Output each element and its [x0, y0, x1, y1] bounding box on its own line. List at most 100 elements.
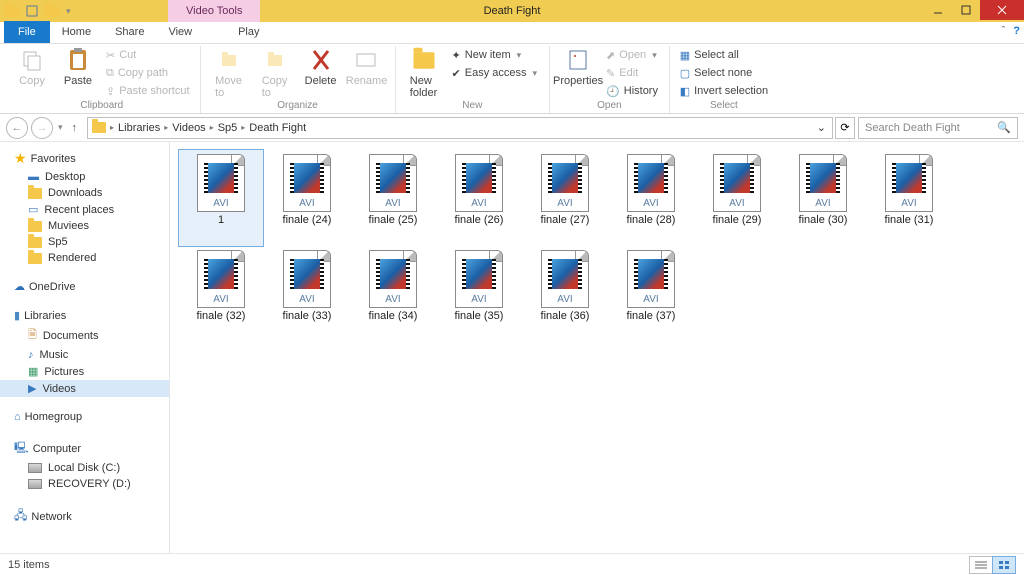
- qat-newfolder-icon[interactable]: [44, 3, 60, 19]
- nav-item[interactable]: RECOVERY (D:): [0, 476, 169, 492]
- rename-button[interactable]: Rename: [345, 46, 389, 99]
- tab-home[interactable]: Home: [50, 21, 103, 43]
- edit-button[interactable]: ✎Edit: [602, 64, 663, 82]
- file-item[interactable]: AVI finale (37): [609, 246, 693, 342]
- nav-libraries[interactable]: ▮Libraries: [0, 307, 169, 324]
- minimize-button[interactable]: [924, 0, 952, 20]
- forward-button[interactable]: →: [31, 117, 53, 139]
- video-thumbnail: AVI: [541, 250, 589, 308]
- file-name: finale (30): [799, 214, 848, 226]
- file-item[interactable]: AVI finale (31): [867, 150, 951, 246]
- help-icon[interactable]: ?: [1013, 25, 1020, 37]
- video-thumbnail: AVI: [799, 154, 847, 212]
- breadcrumb-segment: Videos: [172, 122, 205, 134]
- cut-button[interactable]: ✂Cut: [102, 46, 194, 64]
- nav-item[interactable]: Rendered: [0, 250, 169, 266]
- copypath-icon: ⧉: [106, 67, 114, 80]
- moveto-button[interactable]: Move to: [207, 46, 251, 99]
- breadcrumb[interactable]: ▸ Libraries▸ Videos▸ Sp5▸ Death Fight ⌄: [87, 117, 833, 139]
- nav-computer[interactable]: 🖳Computer: [0, 437, 169, 460]
- nav-network[interactable]: 🖧Network: [0, 504, 169, 529]
- history-button[interactable]: 🕘History: [602, 82, 663, 100]
- refresh-button[interactable]: ⟳: [835, 117, 855, 139]
- nav-onedrive[interactable]: ☁OneDrive: [0, 278, 169, 295]
- file-item[interactable]: AVI finale (28): [609, 150, 693, 246]
- view-icons-button[interactable]: [992, 556, 1016, 574]
- up-button[interactable]: ↑: [68, 122, 82, 134]
- newfolder-button[interactable]: New folder: [402, 46, 446, 99]
- libraries-icon: ▮: [14, 309, 20, 322]
- video-thumbnail: AVI: [369, 154, 417, 212]
- file-item[interactable]: AVI finale (27): [523, 150, 607, 246]
- file-item[interactable]: AVI finale (24): [265, 150, 349, 246]
- properties-button[interactable]: Properties: [556, 46, 600, 100]
- file-item[interactable]: AVI finale (34): [351, 246, 435, 342]
- nav-item[interactable]: ♪Music: [0, 347, 169, 363]
- file-item[interactable]: AVI 1: [179, 150, 263, 246]
- selectnone-button[interactable]: ▢Select none: [676, 64, 772, 82]
- tab-view[interactable]: View: [156, 21, 204, 43]
- nav-item[interactable]: ▬Desktop: [0, 169, 169, 185]
- tab-play[interactable]: Play: [226, 21, 271, 43]
- file-item[interactable]: AVI finale (25): [351, 150, 435, 246]
- file-item[interactable]: AVI finale (32): [179, 246, 263, 342]
- file-name: finale (31): [885, 214, 934, 226]
- file-name: finale (28): [627, 214, 676, 226]
- paste-button[interactable]: Paste: [56, 46, 100, 100]
- back-button[interactable]: ←: [6, 117, 28, 139]
- nav-homegroup[interactable]: ⌂Homegroup: [0, 409, 169, 425]
- qat-properties-icon[interactable]: [24, 3, 40, 19]
- file-item[interactable]: AVI finale (29): [695, 150, 779, 246]
- copy-button[interactable]: Copy: [10, 46, 54, 100]
- homegroup-icon: ⌂: [14, 411, 21, 423]
- newitem-button[interactable]: ✦New item▾: [448, 46, 544, 64]
- file-list[interactable]: AVI 1 AVI finale (24) AVI finale (25) AV…: [170, 142, 1024, 553]
- nav-item[interactable]: ▭Recent places: [0, 201, 169, 218]
- nav-favorites[interactable]: ★Favorites: [0, 148, 169, 169]
- address-dropdown-icon[interactable]: ⌄: [815, 121, 828, 134]
- file-name: finale (24): [283, 214, 332, 226]
- cloud-icon: ☁: [14, 280, 25, 293]
- file-tab[interactable]: File: [4, 21, 50, 43]
- delete-button[interactable]: Delete: [299, 46, 343, 99]
- tab-share[interactable]: Share: [103, 21, 156, 43]
- file-name: 1: [218, 214, 224, 226]
- file-item[interactable]: AVI finale (36): [523, 246, 607, 342]
- close-button[interactable]: [980, 0, 1024, 20]
- maximize-button[interactable]: [952, 0, 980, 20]
- nav-item[interactable]: Local Disk (C:): [0, 460, 169, 476]
- open-button[interactable]: ⬈Open▾: [602, 46, 663, 64]
- file-item[interactable]: AVI finale (33): [265, 246, 349, 342]
- copypath-button[interactable]: ⧉Copy path: [102, 64, 194, 82]
- easyaccess-button[interactable]: ✔Easy access▾: [448, 64, 544, 82]
- cut-icon: ✂: [106, 49, 115, 62]
- status-bar: 15 items: [0, 553, 1024, 575]
- file-name: finale (25): [369, 214, 418, 226]
- ribbon-collapse-icon[interactable]: ˆ: [1002, 25, 1006, 37]
- copyto-button[interactable]: Copy to: [253, 46, 297, 99]
- pasteshortcut-button[interactable]: ⇪Paste shortcut: [102, 82, 194, 100]
- nav-item[interactable]: ▶Videos: [0, 380, 169, 397]
- history-dropdown-icon[interactable]: ▾: [56, 122, 65, 133]
- invertselection-button[interactable]: ◧Invert selection: [676, 82, 772, 100]
- file-name: finale (32): [197, 310, 246, 322]
- file-item[interactable]: AVI finale (26): [437, 150, 521, 246]
- video-thumbnail: AVI: [541, 154, 589, 212]
- nav-item[interactable]: Muviees: [0, 218, 169, 234]
- view-details-button[interactable]: [969, 556, 993, 574]
- video-thumbnail: AVI: [283, 154, 331, 212]
- drive-icon: [28, 463, 42, 473]
- qat-dropdown-icon[interactable]: ▾: [64, 6, 73, 17]
- nav-item[interactable]: Sp5: [0, 234, 169, 250]
- file-name: finale (35): [455, 310, 504, 322]
- selectall-icon: ▦: [680, 49, 690, 62]
- file-name: finale (33): [283, 310, 332, 322]
- file-item[interactable]: AVI finale (35): [437, 246, 521, 342]
- nav-item[interactable]: Downloads: [0, 185, 169, 201]
- nav-item[interactable]: ▦Pictures: [0, 363, 169, 380]
- file-item[interactable]: AVI finale (30): [781, 150, 865, 246]
- nav-item[interactable]: 🗎Documents: [0, 324, 169, 347]
- search-input[interactable]: Search Death Fight 🔍: [858, 117, 1018, 139]
- ribbon-group-new: New folder ✦New item▾ ✔Easy access▾ New: [396, 46, 551, 113]
- selectall-button[interactable]: ▦Select all: [676, 46, 772, 64]
